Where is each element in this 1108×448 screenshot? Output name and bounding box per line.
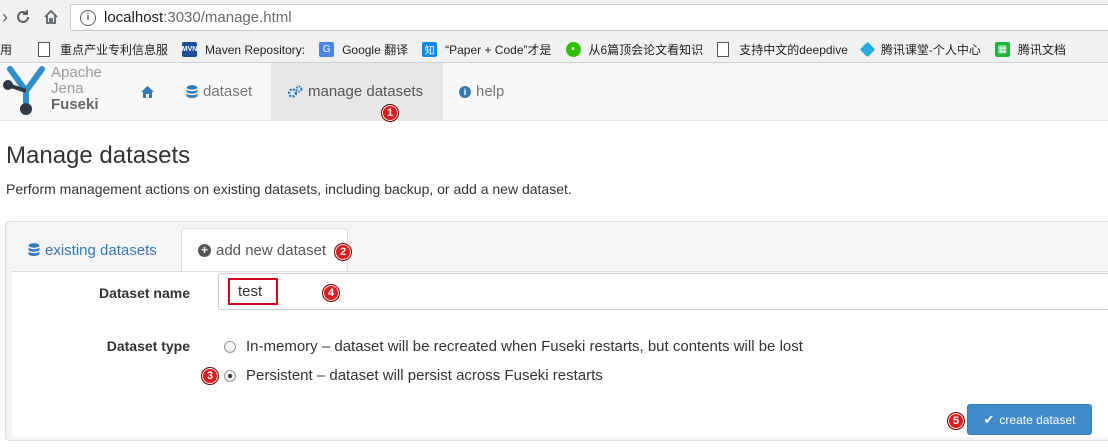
create-dataset-label: create dataset (999, 412, 1076, 427)
translate-icon: G (319, 42, 335, 57)
page-icon (717, 42, 730, 57)
nav-manage-datasets-label: manage datasets (308, 83, 424, 100)
home-icon[interactable] (40, 6, 62, 28)
radio-persistent[interactable]: Persistent – dataset will persist across… (224, 367, 603, 384)
annotation-marker-5: 5 (947, 412, 965, 430)
database-icon (186, 84, 198, 98)
nav-home[interactable] (124, 63, 171, 120)
nav-dataset-label: dataset (203, 83, 253, 100)
bookmark-item[interactable]: MVN Maven Repository: (182, 42, 305, 57)
bookmark-label: Maven Repository: (205, 42, 306, 57)
wechat-icon: • (565, 42, 581, 57)
app-navbar: Apache Jena Fuseki dataset manage datase… (0, 63, 1108, 121)
plus-circle-icon: + (198, 244, 211, 257)
radio-button-checked[interactable] (224, 369, 236, 382)
check-icon: ✔ (983, 411, 995, 427)
home-icon (141, 85, 154, 98)
url-path: :3030/manage.html (163, 9, 292, 26)
info-icon[interactable]: i (80, 9, 96, 26)
dataset-name-label: Dataset name (98, 285, 190, 301)
bookmark-label: 重点产业专利信息服 (60, 43, 169, 57)
dataset-type-label: Dataset type (106, 338, 190, 354)
tab-add-new-dataset[interactable]: + add new dataset (181, 228, 348, 272)
zhihu-icon: 知 (422, 42, 438, 57)
nav-help[interactable]: i help (443, 63, 520, 120)
bookmark-label: 支持中文的deepdive (739, 43, 848, 57)
cogs-icon (287, 85, 303, 98)
radio-persistent-label: Persistent – dataset will persist across… (246, 367, 603, 384)
tab-add-new-dataset-label: add new dataset (216, 242, 327, 259)
browser-toolbar: › i localhost:3030/manage.html (0, 0, 1108, 37)
annotation-marker-1: 1 (381, 104, 399, 122)
tab-existing-datasets[interactable]: existing datasets (14, 228, 171, 272)
info-icon: i (459, 85, 471, 98)
bookmark-item[interactable]: ▦ 腾讯文档 (994, 41, 1066, 58)
annotation-marker-4: 4 (322, 284, 340, 302)
bookmark-item[interactable]: 腾讯课堂-个人中心 (859, 41, 981, 58)
bookmark-label: 用 (0, 43, 13, 57)
radio-button[interactable] (224, 340, 236, 353)
page-icon (38, 42, 51, 57)
address-bar[interactable]: i localhost:3030/manage.html (70, 4, 1108, 31)
docs-icon: ▦ (994, 42, 1010, 57)
brand-line-1: Apache (51, 64, 102, 81)
bookmark-label: 腾讯课堂-个人中心 (880, 43, 981, 57)
dataset-name-value[interactable]: test (228, 278, 278, 305)
fuseki-logo[interactable]: Apache Jena Fuseki (0, 63, 120, 120)
tab-existing-datasets-label: existing datasets (45, 241, 157, 259)
bookmark-item[interactable]: 用 (0, 41, 12, 58)
nav-help-label: help (476, 83, 505, 100)
database-icon (28, 243, 40, 256)
bookmark-label: 腾讯文档 (1017, 43, 1066, 57)
radio-in-memory-label: In-memory – dataset will be recreated wh… (246, 338, 803, 355)
annotation-marker-3: 3 (201, 367, 219, 385)
fuseki-logo-icon (3, 66, 45, 115)
ketang-icon (859, 41, 876, 58)
bookmark-label: Google 翻译 (342, 43, 409, 57)
nav-manage-datasets[interactable]: manage datasets (271, 63, 443, 120)
bookmark-label: “Paper + Code”才是 (445, 43, 552, 57)
url-host: localhost (104, 9, 164, 26)
bookmark-item[interactable]: 重点产业专利信息服 (38, 41, 168, 58)
bookmarks-bar: 用 重点产业专利信息服 MVN Maven Repository: G Goog… (0, 37, 1108, 63)
create-dataset-button[interactable]: ✔ create dataset (967, 404, 1092, 435)
page-title: Manage datasets (6, 142, 191, 169)
annotation-marker-2: 2 (334, 243, 352, 261)
page-description: Perform management actions on existing d… (6, 181, 572, 197)
brand-line-3: Fuseki (51, 96, 99, 113)
brand-line-2: Jena (51, 80, 84, 97)
radio-in-memory[interactable]: In-memory – dataset will be recreated wh… (224, 338, 803, 355)
dataset-name-input[interactable] (218, 273, 1108, 310)
reload-icon[interactable] (12, 6, 34, 28)
mvn-icon: MVN (182, 42, 197, 57)
bookmark-label: 从6篇顶会论文看知识 (588, 43, 704, 57)
nav-dataset[interactable]: dataset (170, 63, 268, 120)
bookmark-item[interactable]: • 从6篇顶会论文看知识 (565, 41, 704, 58)
bookmark-item[interactable]: 支持中文的deepdive (717, 41, 848, 58)
bookmark-item[interactable]: 知 “Paper + Code”才是 (422, 41, 552, 58)
bookmark-item[interactable]: G Google 翻译 (319, 41, 408, 58)
